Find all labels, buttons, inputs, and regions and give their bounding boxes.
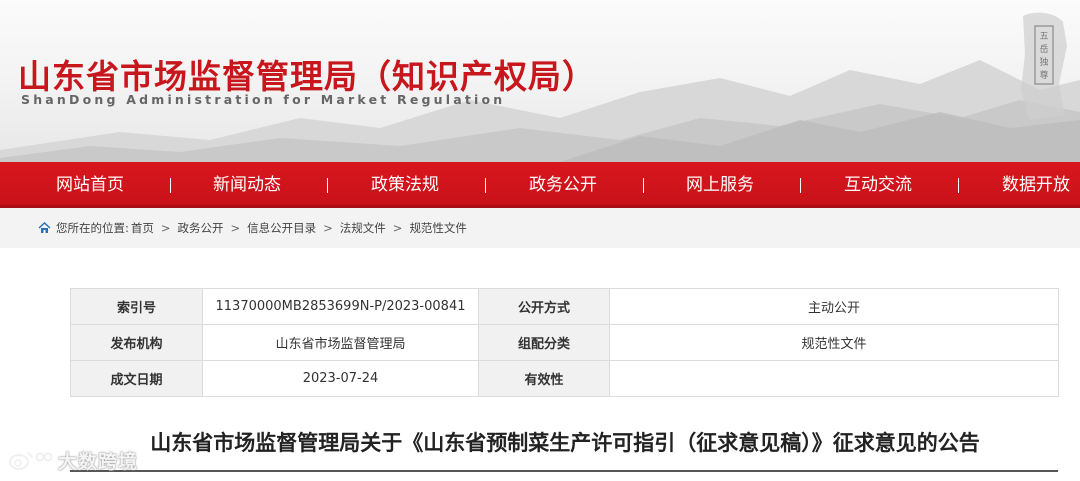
site-subtitle: ShanDong Administration for Market Regul… — [21, 92, 506, 107]
value-validity — [609, 360, 1059, 397]
label-category: 组配分类 — [478, 324, 610, 361]
nav-separator — [485, 178, 486, 193]
table-row: 成文日期 2023-07-24 有效性 — [70, 360, 1059, 397]
main-nav: 网站首页 新闻动态 政策法规 政务公开 网上服务 互动交流 数据开放 — [0, 162, 1080, 208]
nav-item-online-service[interactable]: 网上服务 — [686, 162, 754, 208]
value-category: 规范性文件 — [609, 324, 1059, 361]
nav-separator — [643, 178, 644, 193]
svg-text:独: 独 — [1039, 56, 1048, 68]
nav-item-policy[interactable]: 政策法规 — [371, 162, 439, 208]
breadcrumb-bar: 您所在的位置: 首页 > 政务公开 > 信息公开目录 > 法规文件 > 规范性文… — [0, 208, 1080, 248]
nav-item-gov-affairs[interactable]: 政务公开 — [529, 162, 597, 208]
calligraphy-seal-art: 五 岳 独 尊 — [1021, 12, 1067, 120]
label-disclosure-method: 公开方式 — [478, 288, 610, 325]
article-title: 山东省市场监督管理局关于《山东省预制菜生产许可指引（征求意见稿）》征求意见的公告 — [150, 431, 980, 455]
breadcrumb-item-regulations[interactable]: 法规文件 — [340, 208, 386, 248]
value-index-number: 11370000MB2853699N-P/2023-00841 — [202, 288, 479, 325]
table-row: 发布机构 山东省市场监督管理局 组配分类 规范性文件 — [70, 324, 1059, 361]
label-publisher: 发布机构 — [70, 324, 203, 361]
value-disclosure-method: 主动公开 — [609, 288, 1059, 325]
nav-separator — [958, 178, 959, 193]
breadcrumb: 您所在的位置: 首页 > 政务公开 > 信息公开目录 > 法规文件 > 规范性文… — [38, 208, 467, 248]
document-info-table: 索引号 11370000MB2853699N-P/2023-00841 公开方式… — [70, 288, 1059, 397]
breadcrumb-item-home[interactable]: 首页 — [131, 208, 154, 248]
breadcrumb-prefix: 您所在的位置: — [56, 221, 129, 235]
nav-separator — [800, 178, 801, 193]
nav-item-open-data[interactable]: 数据开放 — [1002, 162, 1070, 208]
breadcrumb-item-normative-docs[interactable]: 规范性文件 — [409, 208, 467, 248]
table-row: 索引号 11370000MB2853699N-P/2023-00841 公开方式… — [70, 288, 1059, 325]
breadcrumb-separator: > — [323, 221, 333, 235]
nav-separator — [170, 178, 171, 193]
breadcrumb-separator: > — [160, 221, 171, 235]
svg-text:岳: 岳 — [1039, 43, 1048, 55]
label-written-date: 成文日期 — [70, 360, 203, 397]
value-written-date: 2023-07-24 — [202, 360, 479, 397]
site-title: 山东省市场监督管理局（知识产权局） — [18, 57, 596, 96]
nav-separator — [327, 178, 328, 193]
nav-item-interaction[interactable]: 互动交流 — [844, 162, 912, 208]
breadcrumb-item-info-catalog[interactable]: 信息公开目录 — [247, 208, 316, 248]
home-icon — [38, 222, 51, 233]
watermark-text: 大数跨境 — [58, 450, 139, 473]
watermark: 大数跨境 — [8, 446, 138, 474]
breadcrumb-item-gov-affairs[interactable]: 政务公开 — [178, 208, 224, 248]
nav-item-home[interactable]: 网站首页 — [56, 162, 124, 208]
nav-item-news[interactable]: 新闻动态 — [213, 162, 281, 208]
svg-text:尊: 尊 — [1039, 69, 1048, 81]
label-index-number: 索引号 — [70, 288, 203, 325]
site-header: 五 岳 独 尊 山东省市场监督管理局（知识产权局） ShanDong Admin… — [0, 0, 1080, 162]
label-validity: 有效性 — [478, 360, 610, 397]
title-divider — [70, 470, 1058, 472]
value-publisher: 山东省市场监督管理局 — [202, 324, 479, 361]
svg-text:五: 五 — [1039, 32, 1048, 42]
weibo-icon — [9, 452, 53, 470]
breadcrumb-separator: > — [392, 221, 403, 235]
breadcrumb-separator: > — [230, 221, 241, 235]
